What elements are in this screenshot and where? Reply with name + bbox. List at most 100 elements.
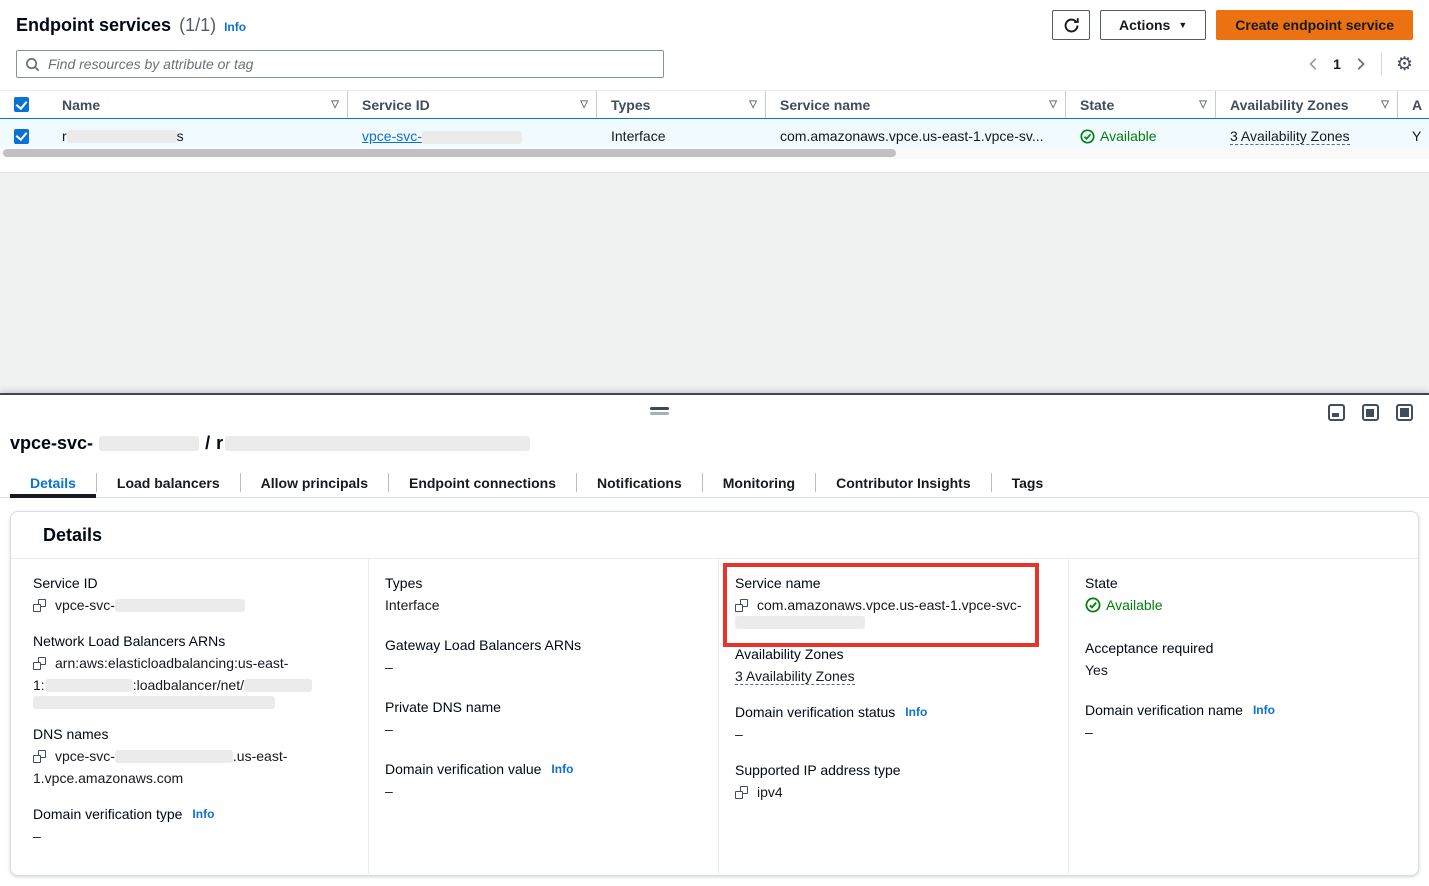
- create-endpoint-service-button[interactable]: Create endpoint service: [1216, 10, 1413, 40]
- service-id-link[interactable]: vpce-svc-: [362, 128, 522, 144]
- field-network-load-balancers-arns: Network Load Balancers ARNs arn:aws:elas…: [33, 633, 346, 709]
- panel-size-large-icon[interactable]: [1396, 404, 1413, 421]
- scrollbar-thumb[interactable]: [3, 149, 896, 157]
- list-header: Endpoint services (1/1) Info Actions ▼ C…: [0, 0, 1429, 40]
- check-circle-icon: [1080, 129, 1095, 144]
- availability-zones-popover[interactable]: 3 Availability Zones: [735, 668, 855, 685]
- panel-drag-handle-icon[interactable]: [650, 407, 669, 415]
- filter-icon[interactable]: ▽: [331, 99, 339, 110]
- search-icon: [25, 57, 40, 72]
- tab-contributor-insights[interactable]: Contributor Insights: [816, 468, 991, 497]
- redacted-text: [422, 131, 522, 144]
- filter-icon[interactable]: ▽: [1049, 99, 1057, 110]
- copy-icon[interactable]: [33, 750, 46, 763]
- endpoint-services-table: Name ▽ Service ID ▽ Types ▽ Service name…: [0, 90, 1429, 154]
- redacted-text: [735, 616, 865, 629]
- split-panel: vpce-svc- / r Details Load balancers All…: [0, 393, 1429, 886]
- panel-size-small-icon[interactable]: [1328, 404, 1345, 421]
- details-column-2: Types Interface Gateway Load Balancers A…: [368, 559, 718, 874]
- panel-title: vpce-svc- / r: [0, 395, 1429, 454]
- details-heading: Details: [43, 525, 1386, 546]
- column-header-service-id[interactable]: Service ID ▽: [348, 91, 597, 118]
- refresh-icon: [1063, 17, 1080, 34]
- page-title: Endpoint services: [16, 15, 171, 36]
- check-circle-icon: [1085, 597, 1101, 613]
- field-domain-verification-type: Domain verification typeInfo –: [33, 806, 346, 847]
- tab-notifications[interactable]: Notifications: [577, 468, 702, 497]
- column-header-service-name[interactable]: Service name ▽: [766, 91, 1066, 118]
- field-acceptance-required: Acceptance required Yes: [1085, 640, 1396, 681]
- filter-icon[interactable]: ▽: [580, 99, 588, 110]
- copy-icon[interactable]: [735, 786, 748, 799]
- search-row: 1 ⚙: [0, 40, 1429, 78]
- tab-load-balancers[interactable]: Load balancers: [97, 468, 240, 497]
- filter-icon[interactable]: ▽: [749, 99, 757, 110]
- field-supported-ip-address-type: Supported IP address type ipv4: [735, 762, 1046, 803]
- search-box[interactable]: [16, 50, 664, 78]
- field-gateway-load-balancers-arns: Gateway Load Balancers ARNs –: [385, 637, 696, 678]
- field-state: State Available: [1085, 575, 1396, 619]
- field-service-id: Service ID vpce-svc-: [33, 575, 346, 616]
- tab-endpoint-connections[interactable]: Endpoint connections: [389, 468, 576, 497]
- tab-tags[interactable]: Tags: [992, 468, 1064, 497]
- redacted-text: [225, 436, 530, 451]
- actions-button[interactable]: Actions ▼: [1100, 10, 1206, 40]
- current-page-number[interactable]: 1: [1331, 56, 1343, 72]
- filter-icon[interactable]: ▽: [1381, 99, 1389, 110]
- field-dns-names: DNS names vpce-svc-.us-east- 1.vpce.amaz…: [33, 726, 346, 789]
- pagination: 1 ⚙: [1307, 53, 1413, 75]
- tab-monitoring[interactable]: Monitoring: [703, 468, 815, 497]
- copy-icon[interactable]: [33, 657, 46, 670]
- redacted-text: [67, 130, 177, 143]
- redacted-text: [45, 679, 133, 692]
- field-domain-verification-status: Domain verification statusInfo –: [735, 704, 1046, 745]
- info-link[interactable]: Info: [551, 762, 573, 776]
- details-card: Details Service ID vpce-svc- Network Loa…: [10, 511, 1419, 876]
- redacted-text: [33, 696, 275, 709]
- field-availability-zones: Availability Zones 3 Availability Zones: [735, 646, 1046, 687]
- redacted-text: [244, 679, 312, 692]
- tab-details[interactable]: Details: [10, 468, 96, 497]
- details-column-1: Service ID vpce-svc- Network Load Balanc…: [11, 559, 368, 874]
- redacted-text: [115, 599, 245, 612]
- column-header-name[interactable]: Name ▽: [48, 91, 348, 118]
- horizontal-scrollbar[interactable]: [0, 147, 1429, 159]
- panel-size-controls: [1328, 404, 1413, 421]
- header-info-link[interactable]: Info: [224, 20, 246, 34]
- resource-count: (1/1): [179, 15, 216, 36]
- details-column-4: State Available Acceptance required: [1068, 559, 1418, 874]
- next-page-button[interactable]: [1353, 57, 1367, 71]
- filter-icon[interactable]: ▽: [1199, 99, 1207, 110]
- preferences-gear-icon[interactable]: ⚙: [1396, 55, 1413, 74]
- previous-page-button[interactable]: [1307, 57, 1321, 71]
- chevron-down-icon: ▼: [1178, 20, 1187, 30]
- column-header-types[interactable]: Types ▽: [597, 91, 766, 118]
- detail-tabs: Details Load balancers Allow principals …: [0, 468, 1429, 498]
- field-domain-verification-value: Domain verification valueInfo –: [385, 761, 696, 802]
- copy-icon[interactable]: [33, 599, 46, 612]
- row-checkbox[interactable]: [14, 129, 29, 144]
- search-input[interactable]: [48, 56, 655, 72]
- details-column-3: Service name com.amazonaws.vpce.us-east-…: [718, 559, 1068, 874]
- endpoint-services-list: Endpoint services (1/1) Info Actions ▼ C…: [0, 0, 1429, 393]
- field-domain-verification-name: Domain verification nameInfo –: [1085, 702, 1396, 743]
- redacted-text: [99, 436, 199, 451]
- field-private-dns-name: Private DNS name –: [385, 699, 696, 740]
- redacted-text: [115, 750, 233, 763]
- column-header-acceptance[interactable]: A: [1398, 91, 1429, 118]
- column-header-availability-zones[interactable]: Availability Zones ▽: [1216, 91, 1398, 118]
- select-all-checkbox[interactable]: [14, 97, 29, 112]
- refresh-button[interactable]: [1052, 10, 1090, 40]
- availability-zones-popover[interactable]: 3 Availability Zones: [1230, 128, 1350, 145]
- details-card-header: Details: [11, 512, 1418, 559]
- empty-area: [0, 172, 1429, 393]
- info-link[interactable]: Info: [192, 807, 214, 821]
- panel-size-medium-icon[interactable]: [1362, 404, 1379, 421]
- table-header-row: Name ▽ Service ID ▽ Types ▽ Service name…: [0, 91, 1429, 118]
- info-link[interactable]: Info: [905, 705, 927, 719]
- info-link[interactable]: Info: [1253, 703, 1275, 717]
- copy-icon[interactable]: [735, 599, 748, 612]
- column-header-state[interactable]: State ▽: [1066, 91, 1216, 118]
- tab-allow-principals[interactable]: Allow principals: [241, 468, 388, 497]
- field-service-name: Service name com.amazonaws.vpce.us-east-…: [735, 575, 1046, 629]
